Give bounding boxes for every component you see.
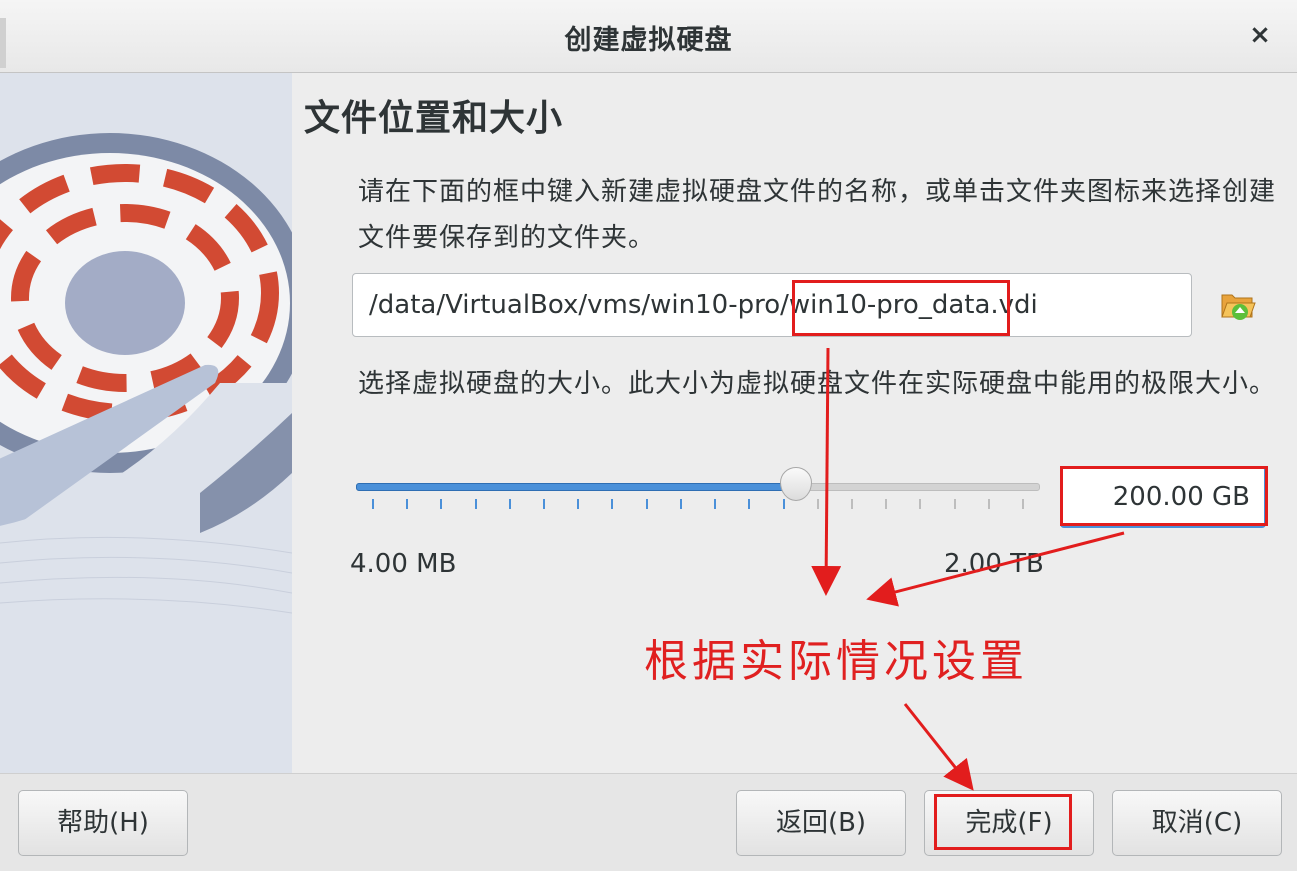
- slider-tick: [714, 499, 716, 509]
- slider-tick: [919, 499, 921, 509]
- slider-tick: [885, 499, 887, 509]
- choose-folder-button[interactable]: [1220, 287, 1256, 323]
- page-heading: 文件位置和大小: [304, 98, 564, 139]
- file-name-text: win10-pro_data: [788, 290, 991, 320]
- content-panel: 文件位置和大小 请在下面的框中键入新建虚拟硬盘文件的名称，或单击文件夹图标来选择…: [292, 73, 1297, 773]
- size-min-label: 4.00 MB: [350, 549, 457, 579]
- slider-tick: [577, 499, 579, 509]
- cancel-button[interactable]: 取消(C): [1112, 790, 1282, 856]
- slider-tick: [783, 499, 785, 509]
- file-path-input[interactable]: /data/VirtualBox/vms/win10-pro/win10-pro…: [352, 273, 1192, 337]
- finish-button[interactable]: 完成(F): [924, 790, 1094, 856]
- hard-disk-illustration-graphic: [0, 73, 292, 773]
- help-button[interactable]: 帮助(H): [18, 790, 188, 856]
- slider-tick: [372, 499, 374, 509]
- slider-tick: [988, 499, 990, 509]
- size-slider[interactable]: [356, 467, 1040, 523]
- slider-tick: [475, 499, 477, 509]
- slider-tick: [440, 499, 442, 509]
- hard-disk-illustration: [0, 73, 292, 773]
- slider-tick: [851, 499, 853, 509]
- slider-tick: [509, 499, 511, 509]
- size-max-label: 2.00 TB: [944, 549, 1044, 579]
- slider-tick: [543, 499, 545, 509]
- slider-fill: [356, 483, 798, 491]
- slider-tick: [680, 499, 682, 509]
- window-title: 创建虚拟硬盘: [564, 25, 733, 56]
- slider-tick: [611, 499, 613, 509]
- back-button[interactable]: 返回(B): [736, 790, 906, 856]
- slider-tick: [646, 499, 648, 509]
- folder-open-icon: [1221, 294, 1256, 320]
- slider-handle[interactable]: [780, 467, 812, 501]
- size-input[interactable]: 200.00 GB: [1060, 466, 1266, 528]
- create-virtual-disk-dialog: 创建虚拟硬盘 × 文件位置和大小 请在下面的框中键入新建虚拟硬盘文件的名称，或单…: [0, 0, 1297, 871]
- title-bar[interactable]: 创建虚拟硬盘 ×: [0, 0, 1297, 73]
- slider-tick: [748, 499, 750, 509]
- button-bar: 帮助(H) 返回(B) 完成(F) 取消(C): [0, 773, 1297, 871]
- slider-tick: [817, 499, 819, 509]
- slider-tick: [954, 499, 956, 509]
- close-icon: ×: [1249, 20, 1271, 50]
- slider-tick: [1022, 499, 1024, 509]
- size-description: 选择虚拟硬盘的大小。此大小为虚拟硬盘文件在实际硬盘中能用的极限大小。: [358, 369, 1277, 399]
- location-description: 请在下面的框中键入新建虚拟硬盘文件的名称，或单击文件夹图标来选择创建文件要保存到…: [358, 177, 1277, 253]
- file-extension-text: .vdi: [990, 290, 1038, 320]
- annotation-text: 根据实际情况设置: [644, 636, 1028, 687]
- close-button[interactable]: ×: [1245, 18, 1275, 52]
- slider-tick: [406, 499, 408, 509]
- file-path-prefix: /data/VirtualBox/vms/win10-pro/: [369, 290, 789, 320]
